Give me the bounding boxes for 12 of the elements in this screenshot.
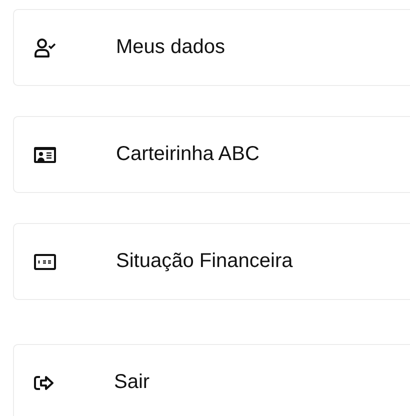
logout-icon — [34, 374, 54, 390]
user-check-icon — [34, 38, 56, 58]
money-card-icon — [34, 254, 56, 270]
menu-label: Situação Financeira — [116, 250, 293, 273]
menu-label: Meus dados — [116, 36, 225, 59]
menu-item[interactable]: Situação Financeira — [13, 223, 410, 300]
menu-item[interactable]: Meus dados — [13, 9, 410, 86]
menu-label: Sair — [114, 371, 150, 394]
menu-item[interactable]: Sair — [13, 344, 410, 416]
menu-label: Carteirinha ABC — [116, 143, 260, 166]
id-card-icon — [34, 146, 56, 162]
menu-item[interactable]: Carteirinha ABC — [13, 116, 410, 193]
